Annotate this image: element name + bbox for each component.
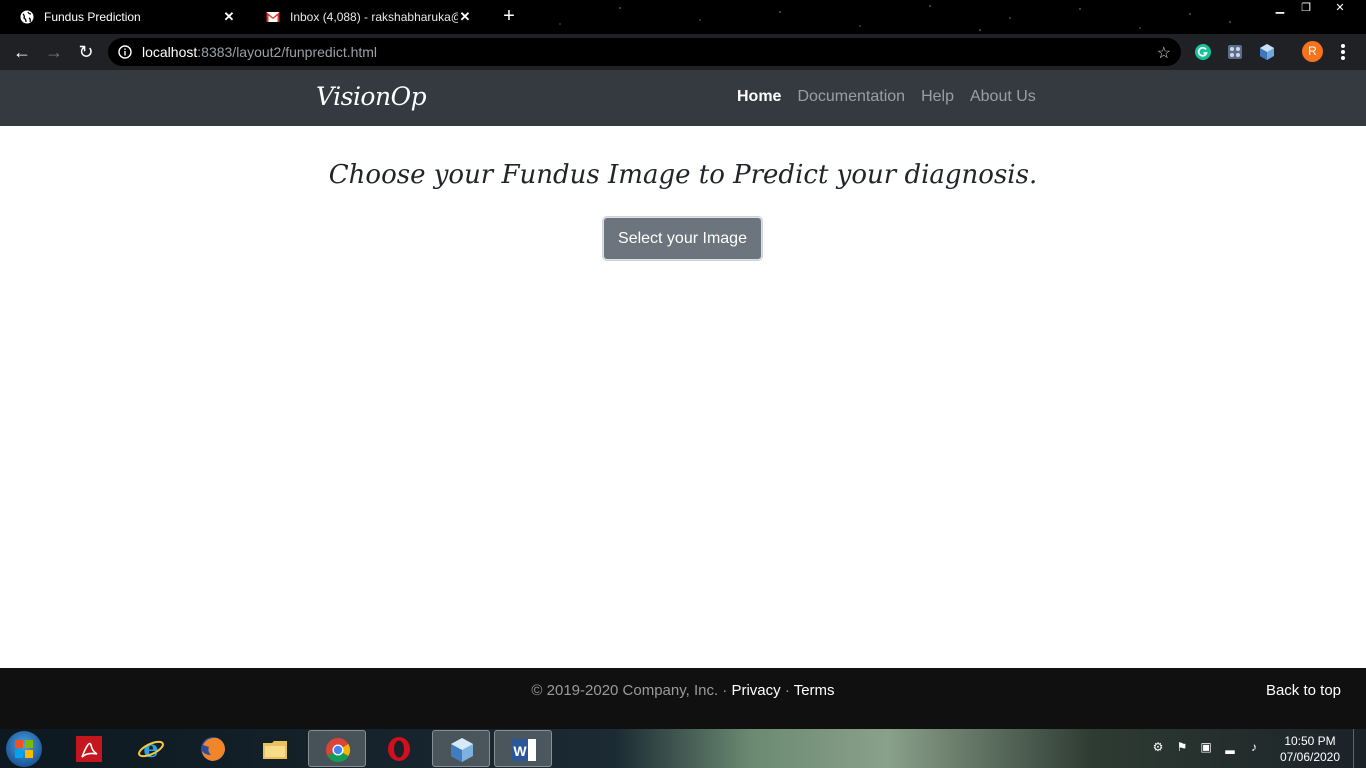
bookmark-star-icon[interactable]: ☆ xyxy=(1157,43,1171,63)
chrome-icon xyxy=(326,738,351,763)
tab-title: Inbox (4,088) - rakshabharuka@g xyxy=(290,10,458,24)
privacy-link[interactable]: Privacy xyxy=(731,682,780,699)
close-window-icon[interactable]: ✕ xyxy=(1328,0,1352,16)
clock-date: 07/06/2020 xyxy=(1279,750,1341,764)
taskbar-clock[interactable]: 10:50 PM 07/06/2020 xyxy=(1275,733,1345,765)
close-icon[interactable]: ✕ xyxy=(458,10,472,24)
minimize-window-icon[interactable]: ▁ xyxy=(1268,0,1292,16)
cube-extension-icon[interactable] xyxy=(1258,43,1276,61)
reload-icon[interactable]: ↻ xyxy=(76,42,96,62)
tab-fundus-prediction[interactable]: Fundus Prediction ✕ xyxy=(0,0,246,34)
system-tray: ⚙ ⚑ ▣ ▂ ♪ xyxy=(1150,739,1270,755)
site-navbar: VisionOp Home Documentation Help About U… xyxy=(0,70,1366,126)
nav-link-about-us[interactable]: About Us xyxy=(970,88,1036,106)
signal-bars-icon[interactable]: ▂ xyxy=(1222,739,1238,755)
acrobat-icon xyxy=(76,736,102,762)
gmail-icon xyxy=(266,12,280,22)
internet-explorer-icon: e xyxy=(138,735,164,763)
forward-arrow-icon[interactable]: → xyxy=(44,42,64,62)
back-arrow-icon[interactable]: ← xyxy=(12,42,32,62)
nav-link-documentation[interactable]: Documentation xyxy=(797,88,905,106)
select-image-button[interactable]: Select your Image xyxy=(603,217,762,260)
taskbar-chrome[interactable] xyxy=(308,730,366,767)
nav-link-help[interactable]: Help xyxy=(921,88,954,106)
grammarly-extension-icon[interactable] xyxy=(1194,43,1212,61)
network-share-icon[interactable]: ⚙ xyxy=(1150,739,1166,755)
taskbar-virtualbox[interactable] xyxy=(432,730,490,767)
profile-avatar[interactable]: R xyxy=(1302,41,1323,62)
info-icon xyxy=(118,45,132,59)
browser-menu-icon[interactable] xyxy=(1340,42,1346,62)
globe-icon xyxy=(20,10,34,24)
firefox-icon xyxy=(201,737,225,761)
nav-link-home[interactable]: Home xyxy=(737,88,781,106)
close-icon[interactable]: ✕ xyxy=(222,10,236,24)
file-explorer-icon xyxy=(263,741,287,759)
page-heading: Choose your Fundus Image to Predict your… xyxy=(328,160,1038,190)
footer-copyright: © 2019-2020 Company, Inc. · Privacy · Te… xyxy=(531,682,835,699)
browser-toolbar: ← → ↻ localhost:8383/layout2/funpredict.… xyxy=(0,34,1366,70)
taskbar-word[interactable]: W xyxy=(494,730,552,767)
svg-text:e: e xyxy=(143,735,158,763)
start-button[interactable] xyxy=(6,731,42,767)
browser-tab-strip: Fundus Prediction ✕ Inbox (4,088) - raks… xyxy=(0,0,1366,34)
clock-time: 10:50 PM xyxy=(1284,734,1336,748)
taskbar-firefox[interactable] xyxy=(184,730,242,767)
taskbar-file-explorer[interactable] xyxy=(246,730,304,767)
taskbar-acrobat[interactable] xyxy=(60,730,118,767)
show-desktop-button[interactable] xyxy=(1353,729,1366,768)
windows-taskbar: e W ⚙ ⚑ ▣ ▂ ♪ 10:50 PM 07/06/2020 xyxy=(0,729,1366,768)
taskbar-opera[interactable] xyxy=(370,730,428,767)
windows-logo-icon xyxy=(15,740,33,758)
nav-links: Home Documentation Help About Us xyxy=(737,88,1052,106)
opera-icon xyxy=(388,737,410,761)
back-to-top-link[interactable]: Back to top xyxy=(1266,682,1341,699)
url-text: localhost:8383/layout2/funpredict.html xyxy=(142,44,378,60)
word-icon: W xyxy=(512,739,536,761)
address-bar[interactable]: localhost:8383/layout2/funpredict.html ☆ xyxy=(108,38,1181,66)
virtualbox-icon xyxy=(451,738,473,762)
restore-window-icon[interactable]: ❐ xyxy=(1294,0,1318,16)
brand-logo[interactable]: VisionOp xyxy=(316,82,427,111)
power-icon[interactable]: ▣ xyxy=(1198,739,1214,755)
action-center-flag-icon[interactable]: ⚑ xyxy=(1174,739,1190,755)
tab-gmail-inbox[interactable]: Inbox (4,088) - rakshabharuka@g ✕ xyxy=(246,0,482,34)
page-footer: © 2019-2020 Company, Inc. · Privacy · Te… xyxy=(0,668,1366,729)
terms-link[interactable]: Terms xyxy=(794,682,835,699)
taskbar-internet-explorer[interactable]: e xyxy=(122,730,180,767)
volume-icon[interactable]: ♪ xyxy=(1246,739,1262,755)
new-tab-button[interactable]: + xyxy=(500,6,518,26)
tab-title: Fundus Prediction xyxy=(44,10,141,24)
puzzle-extension-icon[interactable] xyxy=(1226,43,1244,61)
svg-text:W: W xyxy=(513,743,527,759)
